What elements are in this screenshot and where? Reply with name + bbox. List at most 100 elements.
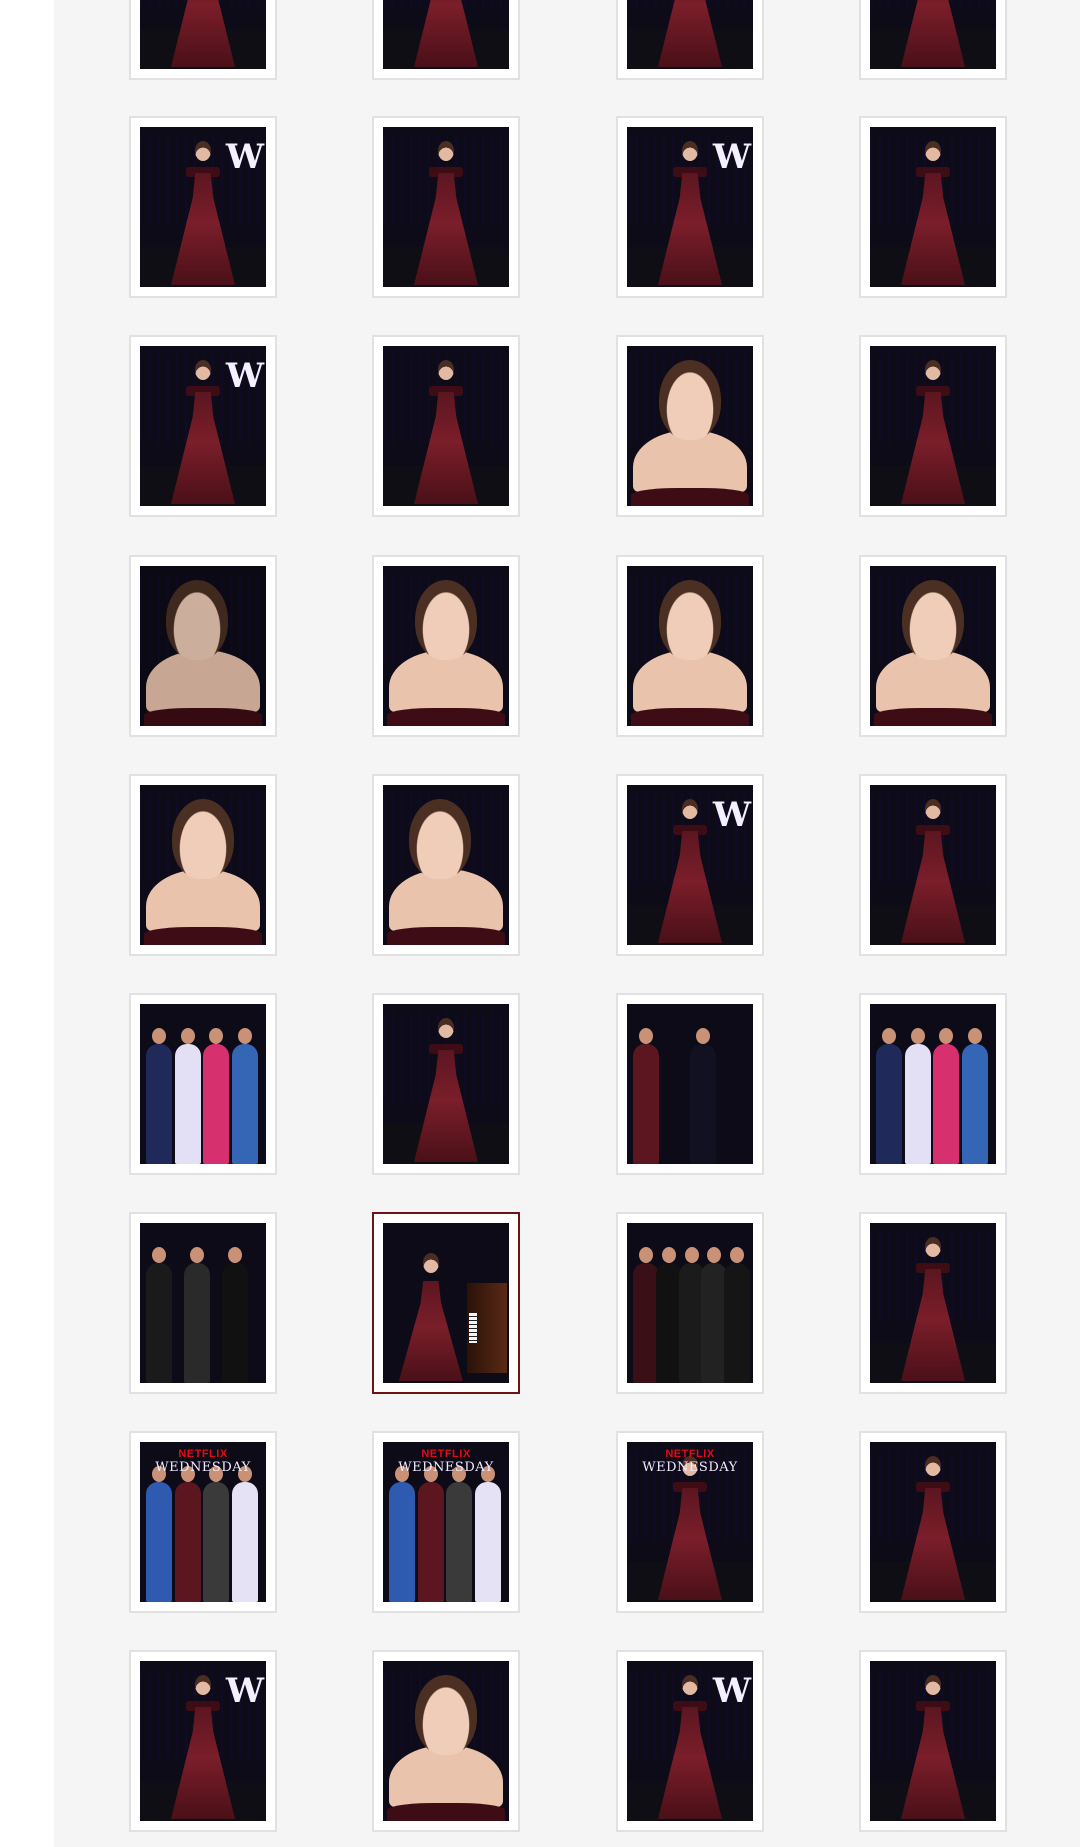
thumbnail-photo: [870, 346, 996, 506]
neckline: [631, 488, 749, 506]
gallery-thumbnail[interactable]: [859, 1650, 1007, 1832]
gallery-thumbnail[interactable]: NETFLIX WEDNESDAY: [616, 1431, 764, 1613]
thumbnail-photo: [870, 566, 996, 726]
banner-title: WEDNESDAY: [155, 1460, 251, 1475]
head: [925, 1456, 941, 1476]
head: [195, 1675, 211, 1695]
thumbnail-photo: [383, 0, 509, 69]
gallery-thumbnail[interactable]: [859, 774, 1007, 956]
thumbnail-photo: W: [140, 127, 266, 287]
gallery-thumbnail[interactable]: [129, 555, 277, 737]
person: [724, 1247, 751, 1383]
gallery-thumbnail[interactable]: [372, 335, 520, 517]
gallery-thumbnail[interactable]: W: [616, 116, 764, 298]
thumbnail-photo: [383, 1661, 509, 1821]
gallery-thumbnail[interactable]: [372, 1212, 520, 1394]
gallery-thumbnail[interactable]: [859, 0, 1007, 80]
gallery-thumbnail[interactable]: W: [129, 0, 277, 80]
gallery-thumbnail[interactable]: [859, 1212, 1007, 1394]
person: [146, 1466, 172, 1602]
gallery-thumbnail[interactable]: [372, 555, 520, 737]
gallery-thumbnail[interactable]: [372, 993, 520, 1175]
netflix-logo: NETFLIX: [178, 1448, 228, 1460]
event-banner: NETFLIX WEDNESDAY: [140, 1448, 266, 1475]
thumbnail-photo: W: [140, 346, 266, 506]
thumbnail-photo: NETFLIX WEDNESDAY: [383, 1442, 509, 1602]
gallery-thumbnail[interactable]: NETFLIX WEDNESDAY: [129, 1431, 277, 1613]
person: [690, 1028, 716, 1164]
thumbnail-photo: [627, 1004, 753, 1164]
gallery-thumbnail[interactable]: [129, 774, 277, 956]
gallery-thumbnail[interactable]: [859, 555, 1007, 737]
gallery-thumbnail[interactable]: W: [129, 1650, 277, 1832]
neckline: [387, 708, 505, 726]
thumbnail-photo: [870, 127, 996, 287]
person: [231, 1466, 258, 1602]
person: [904, 1028, 931, 1164]
face: [415, 1675, 477, 1755]
head: [925, 1675, 941, 1695]
gallery-thumbnail[interactable]: NETFLIX WEDNESDAY: [372, 1431, 520, 1613]
face: [659, 580, 721, 660]
gallery-thumbnail[interactable]: W: [129, 335, 277, 517]
gallery-thumbnail[interactable]: [859, 335, 1007, 517]
gallery-thumbnail[interactable]: W: [616, 0, 764, 80]
gallery-thumbnail[interactable]: [859, 1431, 1007, 1613]
thumbnail-photo: W: [627, 127, 753, 287]
gallery-thumbnail[interactable]: [616, 555, 764, 737]
gallery-thumbnail[interactable]: W: [129, 116, 277, 298]
thumbnail-photo: [870, 1442, 996, 1602]
gallery-thumbnail[interactable]: [372, 1650, 520, 1832]
person: [933, 1028, 959, 1164]
banner-title: WEDNESDAY: [398, 1460, 494, 1475]
gallery-thumbnail[interactable]: [616, 335, 764, 517]
gallery-thumbnail[interactable]: [616, 1212, 764, 1394]
person: [417, 1466, 444, 1602]
person: [633, 1028, 659, 1164]
thumbnail-photo: W: [140, 1661, 266, 1821]
person: [231, 1028, 258, 1164]
thumbnail-photo: [870, 1661, 996, 1821]
thumbnail-photo: [383, 785, 509, 945]
thumbnail-photo: [870, 785, 996, 945]
thumbnail-photo: [383, 127, 509, 287]
neckline: [387, 1803, 505, 1821]
person: [174, 1466, 201, 1602]
gallery-thumbnail[interactable]: W: [616, 774, 764, 956]
head: [925, 360, 941, 380]
neckline: [631, 708, 749, 726]
gown: [901, 0, 965, 67]
gallery-thumbnail[interactable]: [372, 774, 520, 956]
face: [659, 360, 721, 440]
person: [146, 1247, 172, 1383]
head: [438, 1018, 454, 1038]
person: [184, 1247, 210, 1383]
gallery-thumbnail[interactable]: [616, 993, 764, 1175]
person: [203, 1028, 229, 1164]
thumbnail-photo: NETFLIX WEDNESDAY: [627, 1442, 753, 1602]
thumbnail-photo: [383, 346, 509, 506]
w-logo: W: [712, 1671, 751, 1711]
head: [925, 799, 941, 819]
gallery-thumbnail[interactable]: W: [616, 1650, 764, 1832]
thumbnail-photo: [383, 566, 509, 726]
gallery-thumbnail[interactable]: [372, 116, 520, 298]
head: [925, 141, 941, 161]
face: [902, 580, 964, 660]
gallery-thumbnail[interactable]: [859, 993, 1007, 1175]
face: [415, 580, 477, 660]
gallery-thumbnail[interactable]: [129, 1212, 277, 1394]
thumbnail-photo: [383, 1004, 509, 1164]
thumbnail-photo: W: [140, 0, 266, 69]
gallery-thumbnail[interactable]: [129, 993, 277, 1175]
face: [408, 799, 471, 879]
w-logo: W: [712, 795, 751, 835]
left-gutter: [0, 0, 54, 1847]
w-logo: W: [225, 1671, 264, 1711]
thumbnail-photo: [870, 0, 996, 69]
event-banner: NETFLIX WEDNESDAY: [383, 1448, 509, 1475]
gallery-thumbnail[interactable]: [372, 0, 520, 80]
person: [655, 1247, 682, 1383]
photo-gallery[interactable]: WWWWWWNETFLIXWEDNESDAYNETFLIXWEDNESDAYNE…: [54, 0, 1080, 1847]
gallery-thumbnail[interactable]: [859, 116, 1007, 298]
